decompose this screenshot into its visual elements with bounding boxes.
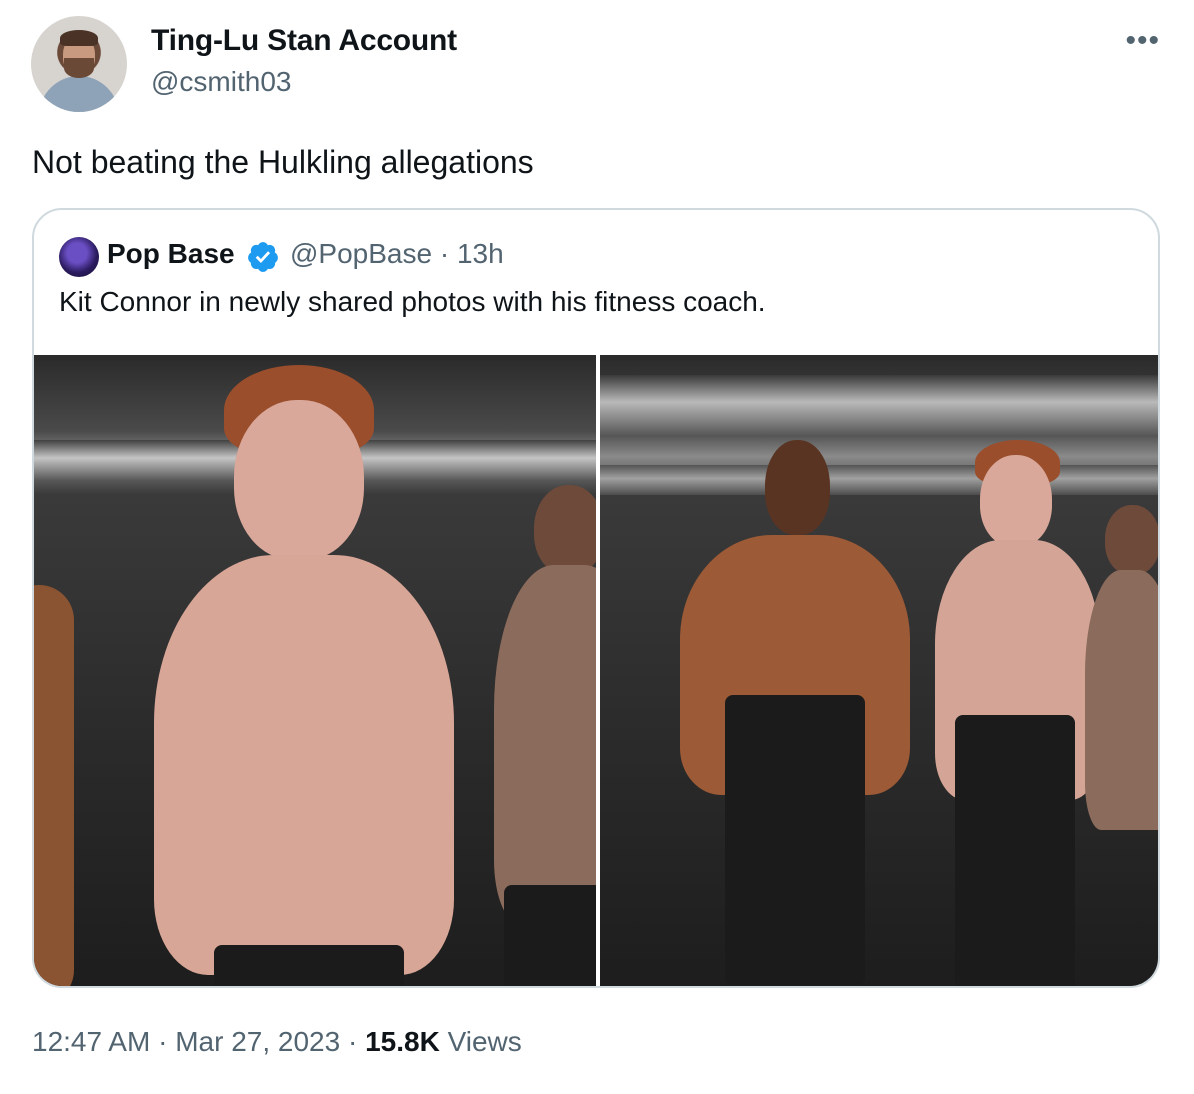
quoted-author-name[interactable]: Pop Base: [107, 238, 235, 270]
avatar-shirt: [39, 76, 119, 112]
tweet-footer: 12:47 AM · Mar 27, 2023 · 15.8K Views: [32, 1026, 522, 1058]
quoted-tweet-text: Kit Connor in newly shared photos with h…: [59, 286, 766, 317]
tweet-time[interactable]: 12:47 AM: [32, 1026, 150, 1057]
author-avatar[interactable]: [31, 16, 127, 112]
more-options-icon[interactable]: •••: [1125, 26, 1160, 56]
tweet-date[interactable]: Mar 27, 2023: [175, 1026, 340, 1057]
author-display-name[interactable]: Ting-Lu Stan Account: [151, 24, 457, 58]
quoted-author-handle-time[interactable]: @PopBase · 13h: [290, 238, 504, 270]
footer-separator: ·: [150, 1026, 176, 1057]
author-handle[interactable]: @csmith03: [151, 66, 291, 98]
quoted-photo-2[interactable]: [600, 355, 1158, 986]
quoted-author-avatar[interactable]: [59, 237, 99, 277]
tweet-text: Not beating the Hulkling allegations: [32, 144, 534, 180]
avatar-beard: [64, 58, 94, 78]
quoted-photo-1[interactable]: [34, 355, 596, 986]
views-count: 15.8K: [365, 1026, 440, 1057]
views-label: Views: [447, 1026, 522, 1057]
avatar-hair: [60, 30, 98, 46]
footer-separator-2: ·: [340, 1026, 366, 1057]
verified-badge-icon: [248, 242, 278, 272]
quoted-tweet[interactable]: Pop Base @PopBase · 13h Kit Connor in ne…: [32, 208, 1160, 988]
